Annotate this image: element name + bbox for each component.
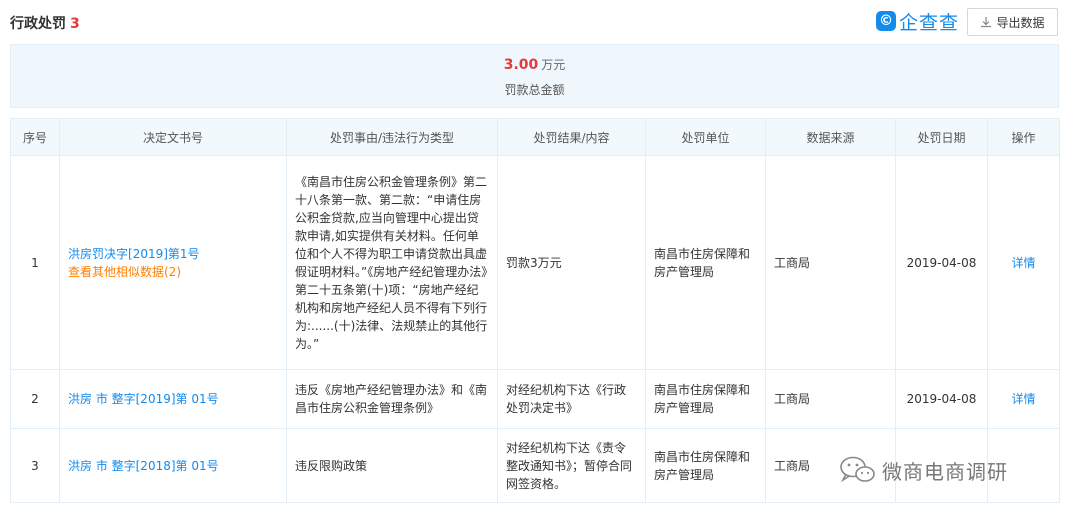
col-header-date: 处罚日期 — [895, 118, 988, 156]
col-header-result: 处罚结果/内容 — [497, 118, 646, 156]
row-reason: 《南昌市住房公积金管理条例》第二十八条第一款、第二款：“申请住房公积金贷款,应当… — [286, 155, 498, 370]
row-source: 工商局 — [765, 155, 896, 370]
download-icon — [981, 17, 992, 28]
row-seq: 1 — [10, 155, 60, 370]
section-title-text: 行政处罚 — [10, 16, 66, 32]
details-link[interactable]: 详情 — [987, 369, 1060, 429]
export-data-button[interactable]: 导出数据 — [967, 8, 1058, 36]
row-doc-cell: 洪房 市 整字[2018]第 01号 — [59, 428, 287, 503]
col-header-source: 数据来源 — [765, 118, 896, 156]
wechat-icon — [840, 456, 875, 483]
details-link[interactable]: 详情 — [987, 155, 1060, 370]
table-header-row: 序号 决定文书号 处罚事由/违法行为类型 处罚结果/内容 处罚单位 数据来源 处… — [10, 118, 1060, 156]
col-header-seq: 序号 — [10, 118, 60, 156]
watermark: 微商电商调研 — [838, 452, 1008, 488]
row-reason: 违反《房地产经纪管理办法》和《南昌市住房公积金管理条例》 — [286, 369, 498, 429]
row-unit: 南昌市住房保障和房产管理局 — [645, 155, 766, 370]
row-reason: 违反限购政策 — [286, 428, 498, 503]
logo-mark-icon: © — [876, 11, 896, 31]
fine-summary: 3.00 万元 罚款总金额 — [10, 44, 1059, 108]
record-count: 3 — [70, 16, 80, 32]
col-header-action: 操作 — [987, 118, 1060, 156]
similar-data-link[interactable]: 查看其他相似数据(2) — [68, 263, 278, 281]
qichacha-logo: © 企查查 — [876, 9, 960, 34]
doc-number-link[interactable]: 洪房 市 整字[2019]第 01号 — [68, 390, 278, 408]
export-data-label: 导出数据 — [996, 15, 1045, 30]
row-result: 对经纪机构下达《责令整改通知书》；暂停合同网签资格。 — [497, 428, 646, 503]
row-doc-cell: 洪房 市 整字[2019]第 01号 — [59, 369, 287, 429]
row-date: 2019-04-08 — [895, 369, 988, 429]
row-seq: 3 — [10, 428, 60, 503]
col-header-unit: 处罚单位 — [645, 118, 766, 156]
fine-total-amount: 3.00 万元 — [11, 56, 1058, 73]
table-row: 2 洪房 市 整字[2019]第 01号 违反《房地产经纪管理办法》和《南昌市住… — [10, 369, 1060, 429]
row-result: 对经纪机构下达《行政处罚决定书》 — [497, 369, 646, 429]
row-doc-cell: 洪房罚决字[2019]第1号 查看其他相似数据(2) — [59, 155, 287, 370]
watermark-text: 微商电商调研 — [882, 459, 1008, 484]
section-header: 行政处罚 3 © 企查查 导出数据 — [0, 0, 1080, 42]
fine-total-value: 3.00 — [503, 57, 539, 73]
col-header-doc-no: 决定文书号 — [59, 118, 287, 156]
fine-total-unit: 万元 — [541, 58, 566, 72]
row-seq: 2 — [10, 369, 60, 429]
row-unit: 南昌市住房保障和房产管理局 — [645, 369, 766, 429]
row-source: 工商局 — [765, 369, 896, 429]
fine-total-label: 罚款总金额 — [504, 83, 565, 97]
section-title: 行政处罚 3 — [10, 13, 80, 33]
doc-number-link[interactable]: 洪房罚决字[2019]第1号 — [68, 245, 278, 263]
logo-text: 企查查 — [899, 11, 960, 34]
row-date: 2019-04-08 — [895, 155, 988, 370]
row-unit: 南昌市住房保障和房产管理局 — [645, 428, 766, 503]
penalty-table: 序号 决定文书号 处罚事由/违法行为类型 处罚结果/内容 处罚单位 数据来源 处… — [10, 118, 1060, 503]
doc-number-link[interactable]: 洪房 市 整字[2018]第 01号 — [68, 457, 278, 475]
table-row: 1 洪房罚决字[2019]第1号 查看其他相似数据(2) 《南昌市住房公积金管理… — [10, 155, 1060, 370]
row-result: 罚款3万元 — [497, 155, 646, 370]
col-header-reason: 处罚事由/违法行为类型 — [286, 118, 498, 156]
